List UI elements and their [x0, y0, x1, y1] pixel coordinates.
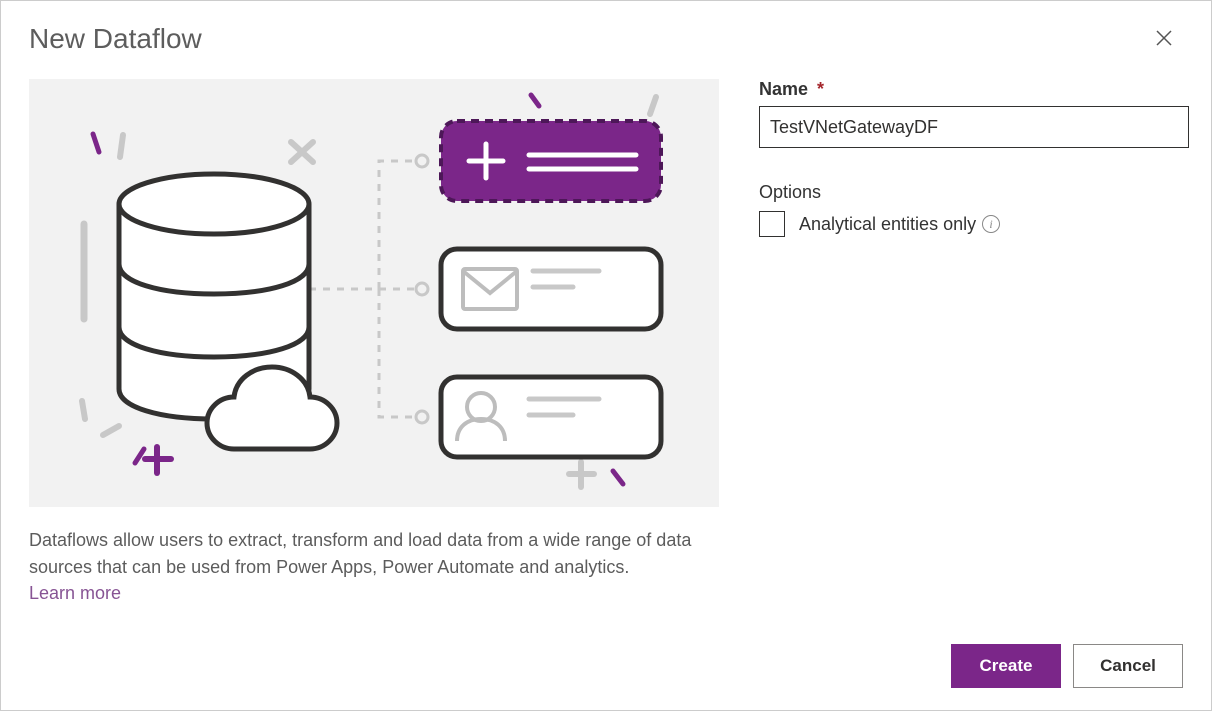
name-input[interactable]	[759, 106, 1189, 148]
cancel-button[interactable]: Cancel	[1073, 644, 1183, 688]
person-card	[441, 377, 661, 457]
envelope-card	[441, 249, 661, 329]
analytical-option-row: Analytical entities only i	[759, 211, 1189, 237]
info-icon[interactable]: i	[982, 215, 1000, 233]
options-label: Options	[759, 182, 1189, 203]
close-button[interactable]	[1145, 23, 1183, 53]
new-entity-card	[441, 121, 661, 201]
dataflow-illustration	[29, 79, 719, 507]
dialog-footer: Create Cancel	[951, 644, 1183, 688]
dialog-content: Dataflows allow users to extract, transf…	[1, 67, 1211, 604]
dialog-description: Dataflows allow users to extract, transf…	[29, 527, 719, 581]
analytical-label: Analytical entities only i	[799, 214, 1000, 235]
dialog-title: New Dataflow	[29, 23, 202, 55]
left-panel: Dataflows allow users to extract, transf…	[29, 79, 719, 604]
learn-more-link[interactable]: Learn more	[29, 583, 121, 604]
new-dataflow-dialog: New Dataflow	[0, 0, 1212, 711]
right-panel: Name * Options Analytical entities only …	[759, 79, 1189, 604]
name-label-text: Name	[759, 79, 808, 99]
dialog-header: New Dataflow	[1, 1, 1211, 67]
create-button[interactable]: Create	[951, 644, 1061, 688]
required-asterisk: *	[817, 79, 824, 99]
analytical-checkbox[interactable]	[759, 211, 785, 237]
analytical-label-text: Analytical entities only	[799, 214, 976, 235]
close-icon	[1155, 29, 1173, 47]
illustration-svg	[29, 79, 719, 507]
name-label: Name *	[759, 79, 1189, 100]
